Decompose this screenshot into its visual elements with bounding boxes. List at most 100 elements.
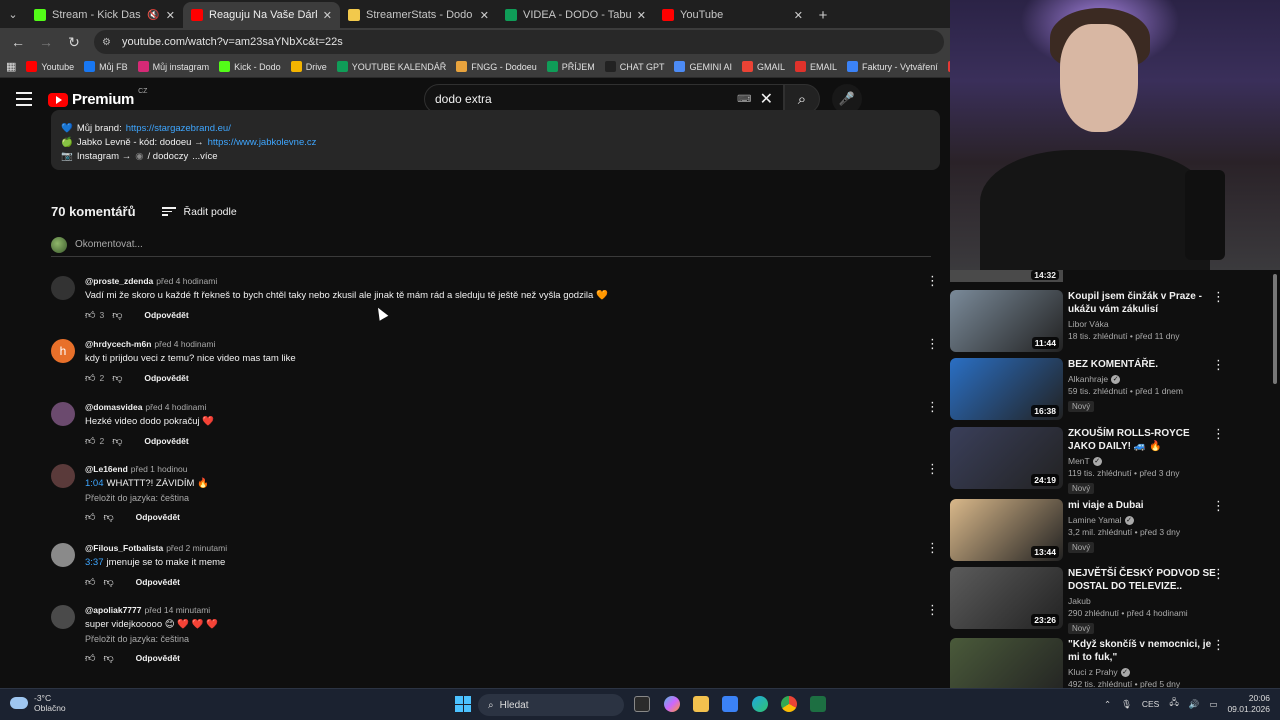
copilot-icon[interactable]: [664, 696, 680, 712]
comment-time[interactable]: před 2 minutami: [166, 543, 227, 553]
tab-search-icon[interactable]: ⌄: [0, 0, 26, 28]
more-options-icon[interactable]: ⋮: [1212, 290, 1225, 303]
desc-brand-link[interactable]: https://stargazebrand.eu/: [126, 122, 231, 136]
more-options-icon[interactable]: ⋮: [926, 274, 939, 287]
battery-icon[interactable]: ▭: [1209, 699, 1217, 710]
dislike-icon[interactable]: 👎︎: [112, 372, 122, 384]
channel-name[interactable]: MenT: [1068, 456, 1090, 466]
add-comment-field[interactable]: Okomentovat...: [51, 236, 931, 257]
bookmark-item[interactable]: Můj FB: [84, 61, 128, 72]
dislike-icon[interactable]: 👎︎: [103, 652, 113, 664]
channel-name[interactable]: Libor Váka: [1068, 319, 1109, 329]
volume-icon[interactable]: 🔊: [1189, 699, 1200, 710]
comment-time[interactable]: před 14 minutami: [145, 605, 211, 615]
video-thumbnail[interactable]: 11:44: [950, 290, 1063, 352]
bookmark-item[interactable]: GEMINI AI: [674, 61, 732, 72]
commenter-avatar[interactable]: [51, 464, 75, 488]
commenter-avatar[interactable]: [51, 402, 75, 426]
commenter-avatar[interactable]: [51, 543, 75, 567]
bookmark-item[interactable]: Faktury - Vytváření: [847, 61, 938, 72]
task-view-icon[interactable]: [634, 696, 650, 712]
video-thumbnail[interactable]: 23:26: [950, 567, 1063, 629]
bookmark-item[interactable]: Drive: [290, 61, 327, 72]
back-button[interactable]: ←: [6, 30, 30, 54]
video-thumbnail[interactable]: 24:19: [950, 427, 1063, 489]
reply-button[interactable]: Odpovědět: [136, 512, 180, 522]
more-options-icon[interactable]: ⋮: [1212, 567, 1225, 580]
video-card[interactable]: "Když skončíš v nemocnici, je mi to fuk,…: [950, 638, 1270, 688]
comment-time[interactable]: před 1 hodinou: [131, 464, 188, 474]
desc-jabko-link[interactable]: https://www.jabkolevne.cz: [208, 136, 317, 150]
forward-button[interactable]: →: [34, 30, 58, 54]
channel-name[interactable]: Lamine Yamal: [1068, 515, 1122, 525]
more-options-icon[interactable]: ⋮: [926, 400, 939, 413]
menu-icon[interactable]: [16, 92, 32, 106]
commenter-avatar[interactable]: [51, 605, 75, 629]
bookmark-item[interactable]: YOUTUBE KALENDÁŘ: [336, 61, 446, 72]
channel-name[interactable]: Kluci z Prahy: [1068, 667, 1118, 677]
tray-mic-icon[interactable]: 🎙: [1121, 699, 1132, 710]
clear-search-icon[interactable]: ✕: [760, 89, 773, 109]
chrome-icon[interactable]: [781, 696, 797, 712]
reload-button[interactable]: ↻: [62, 30, 86, 54]
bookmark-item[interactable]: FNGG - Dodoeu: [456, 61, 537, 72]
video-title[interactable]: NEJVĚTŠÍ ČESKÝ PODVOD SE DOSTAL DO TELEV…: [1068, 567, 1218, 593]
comment-timestamp-link[interactable]: 3:37: [85, 557, 104, 568]
video-card[interactable]: 23:26 NEJVĚTŠÍ ČESKÝ PODVOD SE DOSTAL DO …: [950, 567, 1270, 634]
comment-author[interactable]: @proste_zdenda: [85, 276, 153, 286]
reply-button[interactable]: Odpovědět: [136, 653, 180, 663]
more-options-icon[interactable]: ⋮: [926, 603, 939, 616]
more-options-icon[interactable]: ⋮: [1212, 427, 1225, 440]
clock[interactable]: 20:06 09.01.2026: [1227, 693, 1270, 715]
comment-time[interactable]: před 4 hodinami: [154, 339, 215, 349]
more-options-icon[interactable]: ⋮: [926, 462, 939, 475]
close-tab-icon[interactable]: ✕: [323, 9, 332, 22]
channel-name[interactable]: Jakub: [1068, 596, 1091, 606]
video-thumbnail[interactable]: 16:38: [950, 358, 1063, 420]
browser-tab[interactable]: VIDEA - DODO - Tabulky Googl ✕: [497, 2, 654, 28]
apps-icon[interactable]: ▦: [6, 60, 16, 73]
close-tab-icon[interactable]: ✕: [637, 9, 646, 22]
youtube-logo[interactable]: Premium CZ: [48, 88, 147, 108]
commenter-avatar[interactable]: [51, 276, 75, 300]
show-more-link[interactable]: ...více: [192, 150, 217, 164]
desc-instagram-handle[interactable]: / dodoczy: [148, 150, 189, 164]
more-options-icon[interactable]: ⋮: [1212, 499, 1225, 512]
partial-video-thumbnail[interactable]: 14:32: [950, 270, 1063, 282]
more-options-icon[interactable]: ⋮: [1212, 358, 1225, 371]
comment-time[interactable]: před 4 hodinami: [145, 402, 206, 412]
sidebar-scrollbar[interactable]: [1273, 274, 1277, 384]
new-tab-button[interactable]: +: [811, 2, 835, 28]
like-icon[interactable]: 👍︎: [85, 576, 95, 588]
close-tab-icon[interactable]: ✕: [166, 9, 175, 22]
muted-audio-icon[interactable]: 🔇: [147, 10, 159, 21]
translate-link[interactable]: Přeložit do jazyka: čeština: [85, 493, 906, 503]
network-icon[interactable]: 🖧: [1169, 697, 1178, 711]
like-icon[interactable]: 👍︎: [85, 511, 95, 523]
close-tab-icon[interactable]: ✕: [794, 9, 803, 22]
outlook-icon[interactable]: [722, 696, 738, 712]
video-thumbnail[interactable]: 13:44: [950, 499, 1063, 561]
comment-author[interactable]: @Le16end: [85, 464, 128, 474]
reply-button[interactable]: Odpovědět: [144, 436, 188, 446]
comment-author[interactable]: @domasvidea: [85, 402, 142, 412]
reply-button[interactable]: Odpovědět: [136, 577, 180, 587]
video-card[interactable]: 13:44 mi viaje a Dubai Lamine Yamal ✓ 3,2 mi…: [950, 499, 1270, 563]
tray-chevron-icon[interactable]: ⌃: [1104, 699, 1111, 710]
site-info-icon[interactable]: ⚙: [102, 36, 114, 48]
taskbar-search[interactable]: ⌕ Hledat: [478, 694, 624, 716]
browser-tab[interactable]: Reaguju Na Vaše Dárky! #3 - Yo ✕: [183, 2, 340, 28]
bookmark-item[interactable]: GMAIL: [741, 61, 785, 72]
commenter-avatar[interactable]: h: [51, 339, 75, 363]
start-button[interactable]: [455, 696, 471, 712]
browser-tab[interactable]: YouTube ✕: [654, 2, 811, 28]
like-icon[interactable]: 👍︎: [85, 652, 95, 664]
video-card[interactable]: 16:38 BEZ KOMENTÁŘE. Alkanhraje ✓ 59 tis. zh…: [950, 358, 1270, 422]
video-card[interactable]: 11:44 Koupil jsem činžák v Praze - ukážu …: [950, 290, 1270, 354]
file-explorer-icon[interactable]: [693, 696, 709, 712]
bookmark-item[interactable]: Můj instagram: [137, 61, 209, 72]
reply-button[interactable]: Odpovědět: [144, 310, 188, 320]
bookmark-item[interactable]: Youtube: [26, 61, 74, 72]
video-description[interactable]: 💙 Můj brand: https://stargazebrand.eu/ 🍏…: [51, 110, 940, 170]
like-icon[interactable]: 👍︎: [85, 372, 95, 384]
